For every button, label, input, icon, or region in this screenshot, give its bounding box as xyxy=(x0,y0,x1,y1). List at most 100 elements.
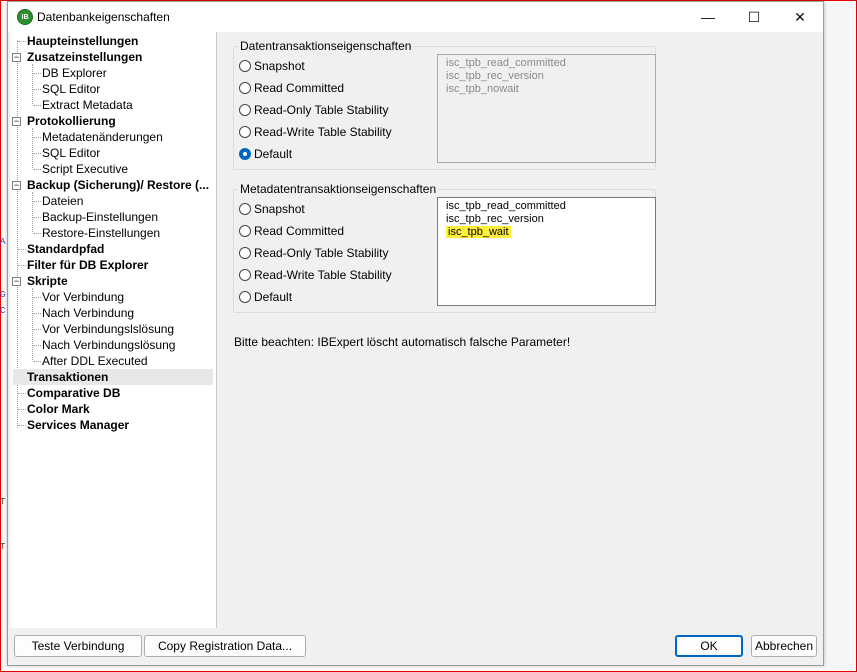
tree-item-standardpfad[interactable]: Standardpfad xyxy=(27,241,104,257)
collapse-toggle-icon[interactable]: − xyxy=(12,181,21,190)
collapse-toggle-icon[interactable]: − xyxy=(12,117,21,126)
tree-line xyxy=(32,192,33,232)
tree-line xyxy=(33,201,41,202)
radio-default[interactable]: Default xyxy=(239,288,292,306)
tree-line xyxy=(18,393,26,394)
tree-item-metadatenaenderungen[interactable]: Metadatenänderungen xyxy=(42,129,163,145)
radio-selected-icon xyxy=(239,147,251,160)
tree-item-restore-einstellungen[interactable]: Restore-Einstellungen xyxy=(42,225,160,241)
radio-default[interactable]: Default xyxy=(239,145,292,163)
radio-circle-icon xyxy=(239,290,251,303)
tree-item-extract-metadata[interactable]: Extract Metadata xyxy=(42,97,133,113)
metadata-transaction-group: Metadatentransaktionseigenschaften Snaps… xyxy=(233,182,656,313)
tree-item-services-manager[interactable]: Services Manager xyxy=(27,417,129,433)
radio-read-write-table-stability[interactable]: Read-Write Table Stability xyxy=(239,266,392,284)
maximize-button[interactable]: ☐ xyxy=(731,2,777,32)
tree-item-haupteinstellungen[interactable]: Haupteinstellungen xyxy=(27,33,138,49)
tree-item-comparative-db[interactable]: Comparative DB xyxy=(27,385,120,401)
tree-item-color-mark[interactable]: Color Mark xyxy=(27,401,90,417)
settings-tree[interactable]: Haupteinstellungen − Zusatzeinstellungen… xyxy=(10,32,217,628)
tree-line xyxy=(33,361,41,362)
copy-registration-data-button[interactable]: Copy Registration Data... xyxy=(144,635,306,657)
param-line: isc_tpb_rec_version xyxy=(446,70,544,82)
window-title: Datenbankeigenschaften xyxy=(37,10,170,24)
tree-item-db-explorer[interactable]: DB Explorer xyxy=(42,65,107,81)
metadata-transaction-params-editor[interactable]: isc_tpb_read_committed isc_tpb_rec_versi… xyxy=(437,197,656,306)
tree-line xyxy=(32,128,33,168)
tree-item-vor-verbindungsloesung[interactable]: Vor Verbindungslslösung xyxy=(42,321,174,337)
radio-read-write-table-stability[interactable]: Read-Write Table Stability xyxy=(239,123,392,141)
radio-label: Read Committed xyxy=(254,81,345,95)
cancel-button[interactable]: Abbrechen xyxy=(751,635,817,657)
background-text-mark: T xyxy=(0,542,6,552)
tree-item-protokollierung[interactable]: Protokollierung xyxy=(27,113,116,129)
radio-snapshot[interactable]: Snapshot xyxy=(239,57,305,75)
tree-line xyxy=(33,329,41,330)
radio-read-committed[interactable]: Read Committed xyxy=(239,79,344,97)
minimize-button[interactable]: — xyxy=(685,2,731,32)
test-connection-button[interactable]: Teste Verbindung xyxy=(14,635,142,657)
radio-label: Read-Only Table Stability xyxy=(254,103,389,117)
button-bar: Teste Verbindung Copy Registration Data.… xyxy=(8,629,823,665)
radio-label: Snapshot xyxy=(254,59,305,73)
tree-line xyxy=(33,313,41,314)
radio-circle-icon xyxy=(239,224,251,237)
tree-line xyxy=(33,105,41,106)
tree-line xyxy=(33,217,41,218)
background-text-mark: A xyxy=(0,237,6,247)
tree-line xyxy=(33,137,41,138)
radio-read-only-table-stability[interactable]: Read-Only Table Stability xyxy=(239,101,389,119)
tree-line xyxy=(18,249,26,250)
radio-circle-icon xyxy=(239,103,251,116)
radio-circle-icon xyxy=(239,59,251,72)
tree-item-nach-verbindung[interactable]: Nach Verbindung xyxy=(42,305,134,321)
tree-item-backup-einstellungen[interactable]: Backup-Einstellungen xyxy=(42,209,158,225)
radio-read-only-table-stability[interactable]: Read-Only Table Stability xyxy=(239,244,389,262)
transactions-panel: Datentransaktionseigenschaften Snapshot … xyxy=(219,32,819,628)
tree-item-transaktionen[interactable]: Transaktionen xyxy=(13,369,213,385)
radio-circle-icon xyxy=(239,81,251,94)
tree-line xyxy=(18,41,26,42)
tree-item-script-executive[interactable]: Script Executive xyxy=(42,161,128,177)
tree-line xyxy=(33,169,41,170)
tree-line xyxy=(18,265,26,266)
tree-line xyxy=(33,233,41,234)
radio-circle-icon xyxy=(239,268,251,281)
data-transaction-group: Datentransaktionseigenschaften Snapshot … xyxy=(233,39,656,170)
radio-label: Read Committed xyxy=(254,224,345,238)
tree-item-vor-verbindung[interactable]: Vor Verbindung xyxy=(42,289,124,305)
note-text: Bitte beachten: IBExpert löscht automati… xyxy=(234,335,571,349)
collapse-toggle-icon[interactable]: − xyxy=(12,53,21,62)
background-window-edge xyxy=(823,2,855,670)
highlighted-param: isc_tpb_wait xyxy=(446,226,511,238)
tree-item-zusatzeinstellungen[interactable]: Zusatzeinstellungen xyxy=(27,49,142,65)
background-text-mark: T xyxy=(0,497,6,507)
group-title: Metadatentransaktionseigenschaften xyxy=(238,182,439,196)
background-text-mark: C xyxy=(0,306,6,316)
tree-item-filter-db-explorer[interactable]: Filter für DB Explorer xyxy=(27,257,148,273)
tree-line xyxy=(33,153,41,154)
tree-item-backup-restore[interactable]: Backup (Sicherung)/ Restore (... xyxy=(27,177,209,193)
collapse-toggle-icon[interactable]: − xyxy=(12,277,21,286)
param-line: isc_tpb_wait xyxy=(446,226,647,239)
radio-label: Read-Only Table Stability xyxy=(254,246,389,260)
data-transaction-params-list: isc_tpb_read_committed isc_tpb_rec_versi… xyxy=(437,54,656,163)
tree-line xyxy=(32,64,33,104)
radio-circle-icon xyxy=(239,125,251,138)
radio-read-committed[interactable]: Read Committed xyxy=(239,222,344,240)
radio-circle-icon xyxy=(239,202,251,215)
radio-label: Read-Write Table Stability xyxy=(254,125,392,139)
tree-item-skripte[interactable]: Skripte xyxy=(27,273,68,289)
tree-item-sql-editor[interactable]: SQL Editor xyxy=(42,81,100,97)
ok-button[interactable]: OK xyxy=(675,635,743,657)
radio-snapshot[interactable]: Snapshot xyxy=(239,200,305,218)
radio-circle-icon xyxy=(239,246,251,259)
tree-item-dateien[interactable]: Dateien xyxy=(42,193,83,209)
tree-item-nach-verbindungsloesung[interactable]: Nach Verbindungslösung xyxy=(42,337,175,353)
tree-item-sql-editor-log[interactable]: SQL Editor xyxy=(42,145,100,161)
tree-item-after-ddl-executed[interactable]: After DDL Executed xyxy=(42,353,148,369)
ibexpert-app-icon: IB xyxy=(17,9,33,25)
title-bar: IB Datenbankeigenschaften — ☐ ✕ xyxy=(8,2,823,32)
close-button[interactable]: ✕ xyxy=(777,2,823,32)
tree-line xyxy=(33,297,41,298)
